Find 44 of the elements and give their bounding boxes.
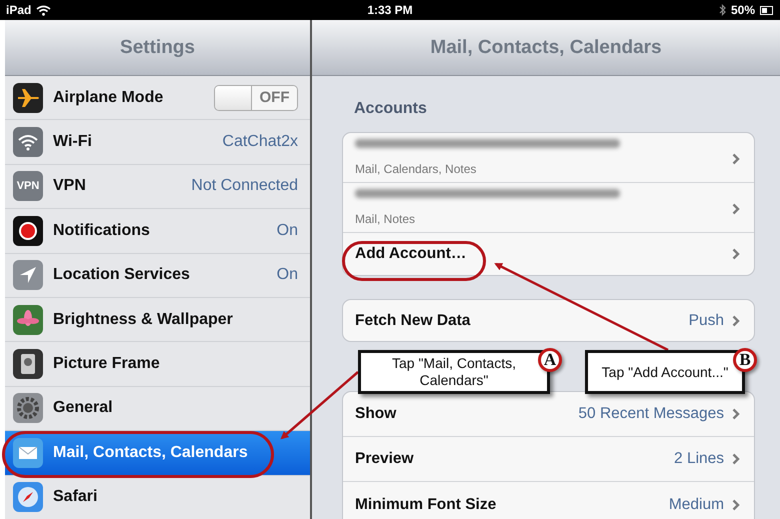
section-header: Accounts xyxy=(353,99,428,119)
chevron-icon xyxy=(732,314,740,326)
fetch-row[interactable]: Fetch New Data Push xyxy=(343,300,754,341)
toggle-switch[interactable]: OFF xyxy=(214,84,298,111)
mail-setting-row[interactable]: Minimum Font Size Medium xyxy=(343,482,754,519)
settings-item[interactable]: Safari xyxy=(5,476,310,519)
chevron-icon xyxy=(732,453,740,465)
settings-item[interactable]: General xyxy=(5,386,310,432)
wifi-icon xyxy=(13,127,43,158)
settings-title: Settings xyxy=(5,20,310,76)
mail-setting-row[interactable]: Preview 2 Lines xyxy=(343,437,754,482)
airplane-icon xyxy=(13,82,43,113)
flower-icon xyxy=(13,304,43,335)
clock: 1:33 PM xyxy=(367,3,413,17)
chevron-icon xyxy=(732,203,740,215)
account-services: Mail, Notes xyxy=(355,212,416,226)
account-services: Mail, Calendars, Notes xyxy=(355,162,478,176)
battery-icon xyxy=(760,6,774,14)
picture-frame-icon xyxy=(13,349,43,380)
envelope-icon xyxy=(13,438,43,468)
record-icon xyxy=(13,216,43,246)
chevron-icon xyxy=(732,248,740,260)
detail-title: Mail, Contacts, Calendars xyxy=(312,20,780,76)
chevron-icon xyxy=(732,498,740,510)
add-account-link[interactable]: Add Account… xyxy=(355,245,724,263)
vpn-icon: VPN xyxy=(13,171,43,202)
settings-item[interactable]: VPN VPN Not Connected xyxy=(5,164,310,210)
device-name: iPad xyxy=(6,3,32,17)
settings-item[interactable]: Mail, Contacts, Calendars xyxy=(5,431,310,476)
account-row[interactable]: Mail, Notes xyxy=(343,183,754,233)
wifi-signal-icon xyxy=(36,4,52,16)
bluetooth-icon xyxy=(718,4,726,16)
gear-icon xyxy=(13,393,43,424)
settings-item[interactable]: Airplane Mode OFF xyxy=(5,76,310,120)
settings-item[interactable]: Brightness & Wallpaper xyxy=(5,298,310,342)
battery-percent: 50% xyxy=(730,3,756,17)
settings-item[interactable]: Wi-Fi CatChat2x xyxy=(5,120,310,165)
settings-item[interactable]: Picture Frame xyxy=(5,342,310,387)
settings-item[interactable]: Location Services On xyxy=(5,254,310,298)
settings-item[interactable]: Notifications On xyxy=(5,209,310,254)
chevron-icon xyxy=(732,153,740,165)
chevron-icon xyxy=(732,408,740,420)
account-row[interactable]: Mail, Calendars, Notes xyxy=(343,133,754,183)
compass-icon xyxy=(13,482,43,512)
